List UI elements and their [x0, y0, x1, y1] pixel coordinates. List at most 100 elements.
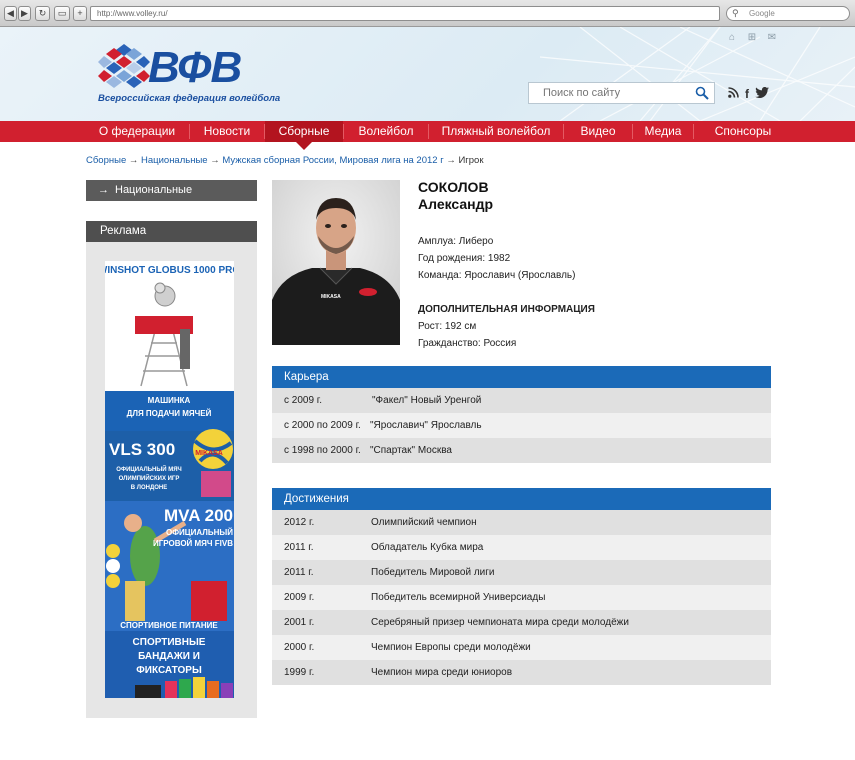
breadcrumb-link-national[interactable]: Национальные	[141, 155, 208, 166]
ad-text: МАШИНКА	[148, 396, 191, 405]
achievement-text: Серебряный призер чемпионата мира среди …	[371, 617, 629, 628]
nav-item-video[interactable]: Видео	[564, 121, 632, 142]
mail-icon[interactable]: ✉	[767, 32, 777, 44]
address-bar-text: http://www.volley.ru/	[97, 9, 168, 18]
ad-text: ОЛИМПИЙСКИХ ИГР	[119, 474, 180, 482]
ads-title: Реклама	[86, 221, 257, 242]
ad-text: ФИКСАТОРЫ	[136, 665, 202, 676]
career-rows: с 2009 г. "Факел" Новый Уренгой с 2000 п…	[272, 388, 771, 463]
breadcrumb-separator: →	[128, 155, 139, 166]
ad-text: WINSHOT GLOBUS 1000 PRO	[105, 265, 234, 276]
sitemap-icon[interactable]: ⊞	[747, 32, 757, 44]
achievement-year: 2000 г.	[284, 642, 315, 653]
achievement-text: Олимпийский чемпион	[371, 517, 477, 528]
achievement-year: 2011 г.	[284, 567, 314, 578]
player-surname: СОКОЛОВ	[418, 179, 489, 195]
nav-item-volleyball[interactable]: Волейбол	[344, 121, 428, 142]
career-club: "Спартак" Москва	[370, 445, 452, 456]
nav-item-news[interactable]: Новости	[192, 121, 262, 142]
reload-icon[interactable]: ↻	[35, 6, 50, 21]
table-row: с 2000 по 2009 г. "Ярославич" Ярославль	[272, 413, 771, 438]
ad-text: ИГРОВОЙ МЯЧ FIVB	[153, 539, 233, 548]
forward-arrow-icon[interactable]: ▶	[18, 6, 31, 21]
achievement-year: 2011 г.	[284, 542, 314, 553]
new-tab-icon[interactable]: +	[73, 6, 87, 21]
player-portrait-image: MIKASA	[272, 180, 400, 345]
browser-search-placeholder: Google	[749, 9, 775, 18]
breadcrumb-separator: →	[210, 155, 220, 166]
achievement-text: Победитель Мировой лиги	[371, 567, 495, 578]
breadcrumb-link-teams[interactable]: Сборные	[86, 155, 126, 166]
sidebar-item-label: Национальные	[115, 184, 193, 196]
twitter-icon[interactable]	[755, 86, 769, 100]
logo-mosaic-icon	[98, 44, 150, 88]
logo-subtitle: Всероссийская федерация волейбола	[98, 93, 281, 104]
achievement-text: Чемпион мира среди юниоров	[371, 667, 513, 678]
player-name: СОКОЛОВ Александр	[418, 179, 493, 213]
player-height: Рост: 192 см	[418, 321, 477, 332]
nav-item-teams[interactable]: Сборные	[265, 121, 343, 142]
breadcrumb-link-russia-team[interactable]: Мужская сборная России, Мировая лига на …	[222, 155, 443, 166]
ads-block: Реклама WINSHOT GLOBUS 1000 PRO МАШИНКА …	[86, 221, 257, 718]
utility-icons: ⌂ ⊞ ✉	[727, 32, 777, 44]
nav-item-sponsors[interactable]: Спонсоры	[694, 121, 792, 142]
table-row: с 1998 по 2000 г. "Спартак" Москва	[272, 438, 771, 463]
social-links: f	[728, 86, 769, 100]
facebook-icon[interactable]: f	[745, 88, 749, 100]
site-search-input[interactable]	[529, 83, 689, 103]
breadcrumb: Сборные → Национальные → Мужская сборная…	[86, 155, 483, 166]
career-club: "Факел" Новый Уренгой	[372, 395, 482, 406]
extra-info-title: Дополнительная информация	[418, 304, 595, 315]
breadcrumb-separator: →	[446, 155, 456, 166]
table-row: 2011 г. Победитель Мировой лиги	[272, 560, 771, 585]
player-info: Амплуа: Либеро Год рождения: 1982 Команд…	[418, 233, 595, 352]
nav-item-beach-volleyball[interactable]: Пляжный волейбол	[429, 121, 563, 142]
achievement-year: 2001 г.	[284, 617, 315, 628]
achievement-text: Обладатель Кубка мира	[371, 542, 484, 553]
browser-toolbar: ◀ ▶ ↻ ▭ + http://www.volley.ru/ ⚲ Google	[0, 0, 855, 27]
achievement-year: 2009 г.	[284, 592, 315, 603]
achievement-text: Победитель всемирной Универсиады	[371, 592, 546, 603]
player-citizenship: Гражданство: Россия	[418, 338, 517, 349]
achievement-rows: 2012 г. Олимпийский чемпион 2011 г. Обла…	[272, 510, 771, 685]
achievement-text: Чемпион Европы среди молодёжи	[371, 642, 531, 653]
player-role: Амплуа: Либеро	[418, 236, 494, 247]
achievements-table: Достижения 2012 г. Олимпийский чемпион 2…	[272, 488, 771, 685]
browser-search-field[interactable]: ⚲ Google	[726, 6, 850, 21]
ad-text: VLS 300	[109, 440, 175, 459]
ad-text: MVA 200	[164, 506, 233, 525]
main-navigation: О федерации Новости Сборные Волейбол Пля…	[0, 121, 855, 142]
federation-logo[interactable]: ВФВ Всероссийская федерация волейбола	[98, 44, 288, 106]
player-firstname: Александр	[418, 196, 494, 212]
home-icon[interactable]: ⌂	[727, 32, 737, 44]
player-photo: MIKASA	[272, 180, 400, 345]
table-row: 2011 г. Обладатель Кубка мира	[272, 535, 771, 560]
ad-text: В ЛОНДОНЕ	[131, 485, 168, 491]
ad-banner[interactable]: WINSHOT GLOBUS 1000 PRO МАШИНКА ДЛЯ ПОДА…	[105, 261, 234, 698]
ad-text: ОФИЦИАЛЬНЫЙ МЯЧ	[116, 465, 181, 473]
sidebar-item-national[interactable]: → Национальные	[86, 180, 257, 201]
search-icon[interactable]	[695, 86, 709, 100]
ad-banner-graphic: WINSHOT GLOBUS 1000 PRO МАШИНКА ДЛЯ ПОДА…	[105, 261, 234, 698]
player-birth-year: Год рождения: 1982	[418, 253, 511, 264]
achievement-year: 1999 г.	[284, 667, 315, 678]
back-arrow-icon[interactable]: ◀	[4, 6, 17, 21]
nav-item-federation[interactable]: О федерации	[88, 121, 186, 142]
career-period: с 2000 по 2009 г.	[284, 420, 361, 431]
nav-item-media[interactable]: Медиа	[633, 121, 693, 142]
bookmarks-icon[interactable]: ▭	[54, 6, 70, 21]
career-period: с 2009 г.	[284, 395, 323, 406]
table-row: 1999 г. Чемпион мира среди юниоров	[272, 660, 771, 685]
address-bar[interactable]: http://www.volley.ru/	[90, 6, 720, 21]
ad-text: ДЛЯ ПОДАЧИ МЯЧЕЙ	[127, 409, 212, 418]
ad-text: СПОРТИВНОЕ ПИТАНИЕ	[120, 621, 218, 630]
rss-icon[interactable]	[728, 87, 739, 100]
logo-wordmark: ВФВ	[148, 43, 242, 92]
achievements-title: Достижения	[272, 488, 771, 510]
table-row: 2012 г. Олимпийский чемпион	[272, 510, 771, 535]
table-row: с 2009 г. "Факел" Новый Уренгой	[272, 388, 771, 413]
table-row: 2000 г. Чемпион Европы среди молодёжи	[272, 635, 771, 660]
player-team: Команда: Ярославич (Ярославль)	[418, 270, 576, 281]
breadcrumb-current: Игрок	[458, 155, 484, 166]
career-title: Карьера	[272, 366, 771, 388]
